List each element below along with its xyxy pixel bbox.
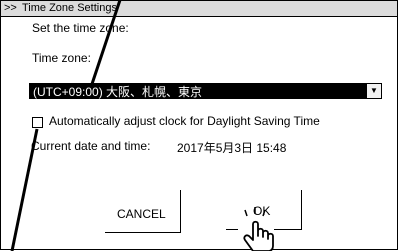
callout-overlay <box>10 0 274 251</box>
hand-pointer-icon <box>243 207 274 251</box>
callout-line-top <box>90 0 122 85</box>
callout-line-left <box>10 128 39 251</box>
